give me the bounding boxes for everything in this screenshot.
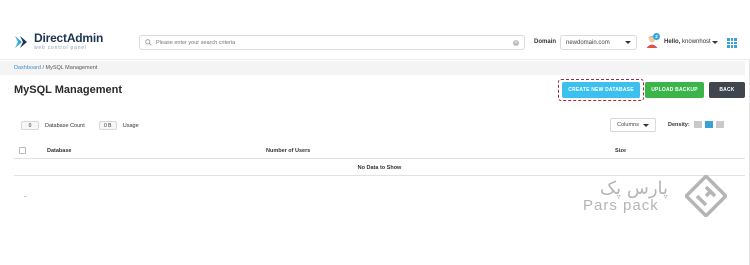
breadcrumb-separator: / bbox=[42, 65, 44, 71]
column-header-size[interactable]: Size bbox=[615, 148, 626, 154]
watermark-persian: پارس پک bbox=[600, 178, 669, 199]
database-count-label: Database Count bbox=[45, 122, 85, 129]
directadmin-logo-icon bbox=[15, 35, 27, 48]
search-icon bbox=[145, 39, 152, 46]
chevron-down-icon bbox=[642, 123, 649, 127]
density-comfortable-icon[interactable] bbox=[716, 121, 724, 128]
table-header: Database Number of Users Size bbox=[14, 143, 745, 159]
watermark-english: Pars pack bbox=[583, 197, 659, 214]
apps-grid-icon[interactable] bbox=[727, 38, 737, 48]
stats-bar: 0 Database Count 0 B Usage bbox=[21, 121, 153, 130]
domain-select[interactable]: newdomain.com bbox=[560, 35, 637, 50]
columns-label: Columns bbox=[617, 122, 639, 128]
create-database-button[interactable]: CREATE NEW DATABASE bbox=[562, 82, 640, 98]
density-label: Density: bbox=[668, 122, 690, 128]
search-bar[interactable]: × bbox=[139, 35, 525, 50]
logo[interactable]: DirectAdmin web control panel bbox=[14, 32, 103, 51]
columns-dropdown[interactable]: Columns bbox=[610, 118, 656, 132]
notification-badge[interactable]: 2 bbox=[653, 33, 660, 40]
clear-icon[interactable]: × bbox=[513, 39, 519, 46]
page: DirectAdmin web control panel × Domain n… bbox=[0, 0, 750, 265]
breadcrumb-current: MySQL Management bbox=[45, 65, 98, 71]
user-menu-chevron-icon[interactable] bbox=[712, 41, 718, 44]
column-header-database[interactable]: Database bbox=[47, 148, 71, 154]
breadcrumb-home-link[interactable]: Dashboard bbox=[14, 65, 41, 71]
domain-value: newdomain.com bbox=[566, 39, 610, 46]
empty-table-message: No Data to Show bbox=[14, 160, 745, 176]
username: knownhost bbox=[682, 39, 711, 45]
brand-subtitle: web control panel bbox=[34, 45, 87, 51]
database-count-value: 0 bbox=[21, 121, 39, 130]
page-title: MySQL Management bbox=[14, 84, 122, 96]
upload-backup-button[interactable]: UPLOAD BACKUP bbox=[645, 82, 704, 98]
domain-label: Domain bbox=[534, 39, 557, 45]
density-normal-icon[interactable] bbox=[705, 121, 713, 128]
pagination bbox=[24, 196, 27, 197]
density-compact-icon[interactable] bbox=[694, 121, 702, 128]
select-all-checkbox[interactable] bbox=[19, 147, 26, 154]
top-bar: DirectAdmin web control panel × Domain n… bbox=[0, 0, 750, 60]
chevron-down-icon bbox=[625, 41, 631, 44]
usage-label: Usage bbox=[122, 122, 139, 129]
parspack-logo-icon bbox=[685, 175, 727, 217]
column-header-users[interactable]: Number of Users bbox=[266, 148, 310, 154]
back-button[interactable]: BACK bbox=[709, 82, 745, 98]
brand-title: DirectAdmin bbox=[34, 31, 104, 45]
breadcrumb: Dashboard / MySQL Management bbox=[0, 61, 745, 75]
usage-value: 0 B bbox=[98, 121, 117, 130]
greeting-text: Hello, bbox=[664, 39, 681, 45]
user-greeting[interactable]: Hello, knownhost bbox=[664, 39, 711, 45]
search-input[interactable] bbox=[156, 39, 513, 46]
density-toggle bbox=[694, 121, 724, 128]
